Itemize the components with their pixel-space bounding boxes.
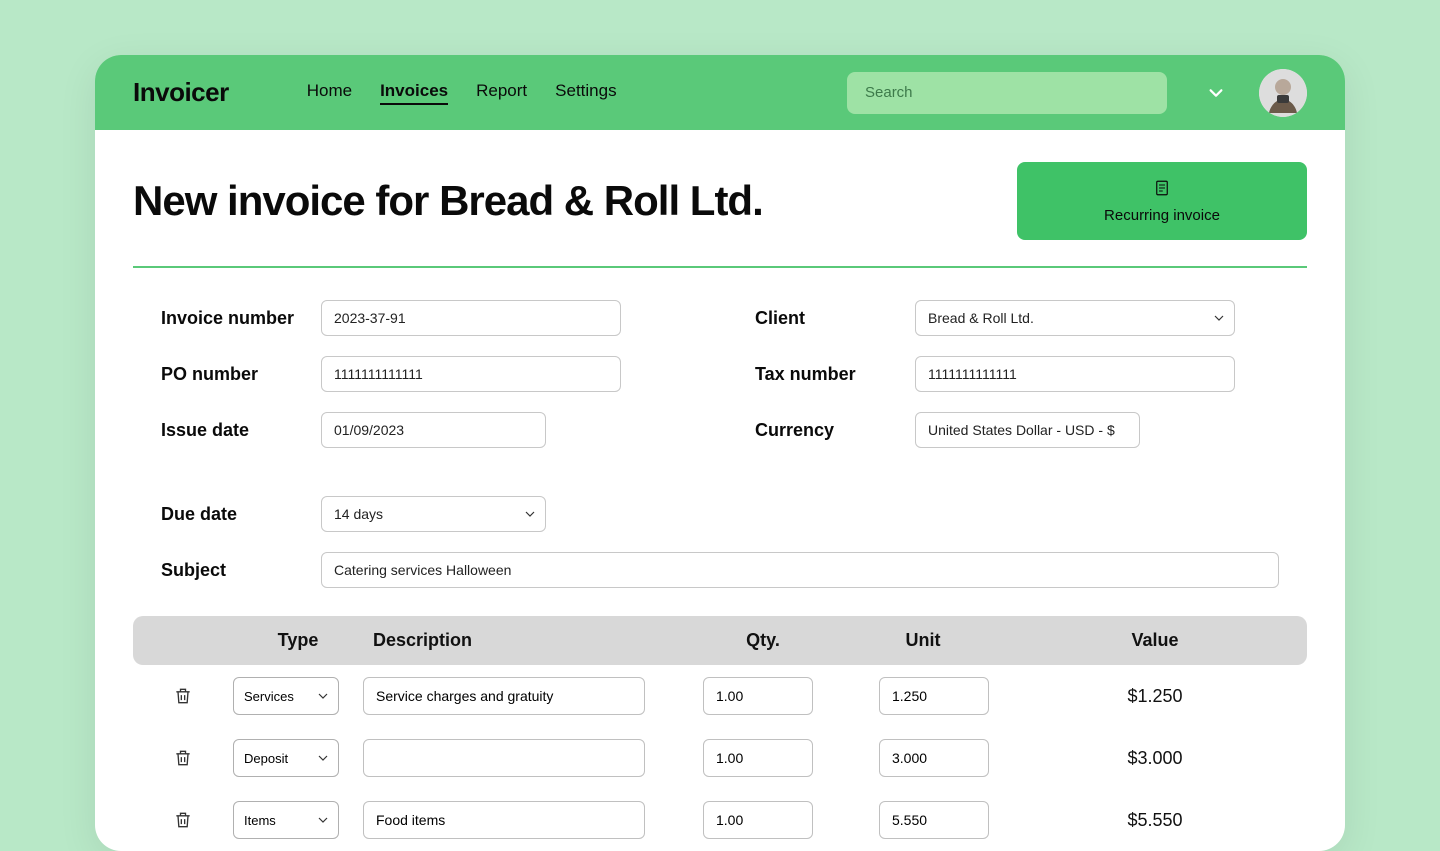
tax-number-field[interactable]: [915, 356, 1235, 392]
col-type: Type: [233, 630, 363, 651]
line-description-field[interactable]: [363, 739, 645, 777]
subject-field[interactable]: [321, 552, 1279, 588]
nav-home[interactable]: Home: [307, 81, 352, 105]
line-unit-field[interactable]: [879, 677, 989, 715]
col-description: Description: [363, 630, 683, 651]
line-unit-field[interactable]: [879, 801, 989, 839]
line-unit-field[interactable]: [879, 739, 989, 777]
po-number-field[interactable]: [321, 356, 621, 392]
line-row: Deposit $3.000: [133, 727, 1307, 789]
label-due-date: Due date: [161, 504, 301, 525]
due-date-select[interactable]: 14 days: [321, 496, 546, 532]
nav-report[interactable]: Report: [476, 81, 527, 105]
avatar[interactable]: [1259, 69, 1307, 117]
label-client: Client: [755, 308, 895, 329]
form-col-left: Invoice number PO number Issue date Due …: [161, 300, 685, 532]
line-qty-field[interactable]: [703, 677, 813, 715]
line-description-field[interactable]: [363, 677, 645, 715]
line-items: Type Description Qty. Unit Value Service…: [133, 616, 1307, 851]
client-select[interactable]: Bread & Roll Ltd.: [915, 300, 1235, 336]
issue-date-field[interactable]: [321, 412, 546, 448]
line-value: $5.550: [1003, 810, 1307, 831]
delete-row-button[interactable]: [133, 809, 233, 831]
label-currency: Currency: [755, 420, 895, 441]
form-col-right: Client Bread & Roll Ltd. Tax number Curr…: [755, 300, 1279, 532]
delete-row-button[interactable]: [133, 747, 233, 769]
line-type-select[interactable]: Services: [233, 677, 339, 715]
line-type-select[interactable]: Items: [233, 801, 339, 839]
content: New invoice for Bread & Roll Ltd. Recurr…: [95, 130, 1345, 851]
search-input[interactable]: [847, 72, 1167, 114]
delete-row-button[interactable]: [133, 685, 233, 707]
recurring-invoice-button[interactable]: Recurring invoice: [1017, 162, 1307, 240]
app-window: Invoicer Home Invoices Report Settings N…: [95, 55, 1345, 851]
topbar: Invoicer Home Invoices Report Settings: [95, 55, 1345, 130]
col-qty: Qty.: [683, 630, 843, 651]
page-header: New invoice for Bread & Roll Ltd. Recurr…: [133, 162, 1307, 268]
page-title: New invoice for Bread & Roll Ltd.: [133, 177, 763, 225]
chevron-down-icon[interactable]: [1207, 84, 1225, 102]
line-qty-field[interactable]: [703, 801, 813, 839]
line-value: $3.000: [1003, 748, 1307, 769]
line-items-header: Type Description Qty. Unit Value: [133, 616, 1307, 665]
nav-invoices[interactable]: Invoices: [380, 81, 448, 105]
currency-field[interactable]: [915, 412, 1140, 448]
col-value: Value: [1003, 630, 1307, 651]
form-grid: Invoice number PO number Issue date Due …: [133, 300, 1307, 532]
recurring-invoice-label: Recurring invoice: [1104, 207, 1220, 224]
line-row: Services $1.250: [133, 665, 1307, 727]
label-po-number: PO number: [161, 364, 301, 385]
label-tax-number: Tax number: [755, 364, 895, 385]
subject-row: Subject: [133, 552, 1307, 588]
line-type-select[interactable]: Deposit: [233, 739, 339, 777]
col-unit: Unit: [843, 630, 1003, 651]
label-invoice-number: Invoice number: [161, 308, 301, 329]
line-qty-field[interactable]: [703, 739, 813, 777]
line-description-field[interactable]: [363, 801, 645, 839]
nav-settings[interactable]: Settings: [555, 81, 616, 105]
line-row: Items $5.550: [133, 789, 1307, 851]
nav: Home Invoices Report Settings: [307, 81, 617, 105]
label-issue-date: Issue date: [161, 420, 301, 441]
line-value: $1.250: [1003, 686, 1307, 707]
receipt-icon: [1153, 179, 1171, 201]
logo: Invoicer: [133, 77, 229, 108]
invoice-number-field[interactable]: [321, 300, 621, 336]
label-subject: Subject: [161, 560, 301, 581]
